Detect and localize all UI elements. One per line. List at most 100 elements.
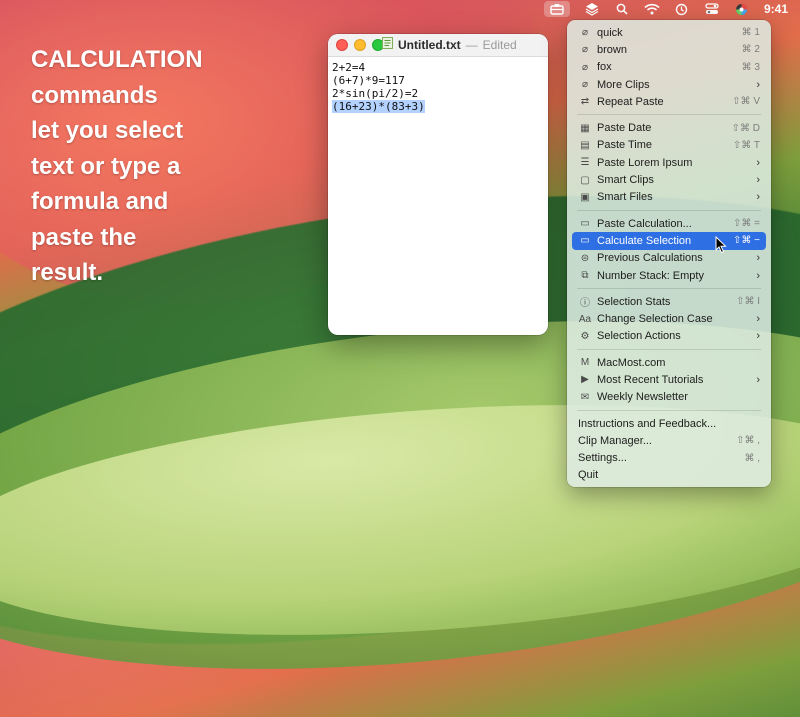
menu-item-weekly-newsletter[interactable]: ✉ Weekly Newsletter [572,389,766,406]
menu-item-shortcut: ⇧⌘ D [731,122,760,134]
paperclip-icon: ⌀ [581,61,589,73]
wifi-icon[interactable] [644,1,660,17]
close-button[interactable] [336,39,348,51]
menu-item-label: More Clips [597,78,650,91]
document-name: Untitled.txt [398,37,461,52]
menu-item-shortcut: ⌘ 1 [741,27,760,39]
menu-item-smart-clips[interactable]: ▢ Smart Clips › [572,171,766,188]
equals-circle-icon: ⊜ [580,252,590,264]
menu-bar-clock[interactable]: 9:41 [764,2,788,16]
info-box-icon: ⓘ [580,298,590,310]
text-line[interactable]: 2*sin(pi/2)=2 [332,87,544,100]
menu-item-more-clips[interactable]: ⌀ More Clips › [572,76,766,93]
menu-item-brown[interactable]: ⌀ brown ⌘ 2 [572,41,766,58]
document-text-area[interactable]: 2+2=4 (6+7)*9=117 2*sin(pi/2)=2 (16+23)*… [328,57,548,117]
menu-item-paste-lorem-ipsum[interactable]: ☰ Paste Lorem Ipsum › [572,154,766,171]
menu-item-label: Paste Time [597,139,653,152]
edited-status: Edited [482,37,517,52]
menu-separator [577,349,761,351]
paperclip-icon: ⌀ [581,27,589,39]
menu-item-quit[interactable]: Quit [572,467,766,484]
menu-item-paste-calculation[interactable]: ▭ Paste Calculation... ⇧⌘ = [572,215,766,232]
menu-item-label: Smart Files [597,191,653,204]
clipboard-app-menu: ⌀ quick ⌘ 1 ⌀ brown ⌘ 2 ⌀ fox ⌘ 3 ⌀ More Clips › ⇄ Re… [567,20,771,487]
chevron-right-icon: › [756,252,760,265]
menu-item-label: Number Stack: Empty [597,269,704,282]
menu-item-selection-actions[interactable]: ⚙ Selection Actions › [572,328,766,345]
menu-item-previous-calculations[interactable]: ⊜ Previous Calculations › [572,250,766,267]
chevron-right-icon: › [756,330,760,343]
paperclip-icon: ⌀ [581,79,589,91]
menu-item-clip-manager[interactable]: Clip Manager... ⇧⌘ , [572,432,766,449]
menu-item-repeat-paste[interactable]: ⇄ Repeat Paste ⇧⌘ V [572,93,766,110]
menu-item-settings[interactable]: Settings... ⌘ , [572,450,766,467]
menu-item-label: Clip Manager... [578,434,652,447]
window-titlebar[interactable]: Untitled.txt — Edited [328,34,548,57]
search-icon[interactable] [614,1,630,17]
menu-item-shortcut: ⇧⌘ I [736,296,760,308]
menu-item-most-recent-tutorials[interactable]: ▶ Most Recent Tutorials › [572,371,766,388]
clipboard-icon[interactable] [543,1,570,17]
promo-headline: CALCULATION commands let you select text… [31,46,203,286]
menu-item-number-stack-empty[interactable]: ⧉ Number Stack: Empty › [572,267,766,284]
text-lines-icon: ☰ [580,157,590,169]
menu-item-label: MacMost.com [597,356,666,369]
menu-item-paste-time[interactable]: ▤ Paste Time ⇧⌘ T [572,137,766,154]
menu-item-label: Calculate Selection [597,234,692,247]
menu-item-shortcut: ⇧⌘ = [733,218,760,230]
menu-item-fox[interactable]: ⌀ fox ⌘ 3 [572,59,766,76]
menu-item-selection-stats[interactable]: ⓘ Selection Stats ⇧⌘ I [572,293,766,310]
textedit-window[interactable]: Untitled.txt — Edited 2+2=4 (6+7)*9=117 … [328,34,548,335]
menu-item-shortcut: ⇧⌘ − [733,235,760,247]
mouse-cursor-icon [715,236,727,254]
menu-item-paste-date[interactable]: ▦ Paste Date ⇧⌘ D [572,119,766,136]
minimize-button[interactable] [354,39,366,51]
stack-icon: ⧉ [581,270,589,281]
menu-item-shortcut: ⌘ , [744,452,760,464]
menu-item-macmost-com[interactable]: M MacMost.com [572,354,766,371]
chevron-right-icon: › [756,373,760,386]
menu-item-label: brown [597,43,627,56]
menu-item-label: Instructions and Feedback... [578,417,717,430]
menu-item-label: Smart Clips [597,174,654,187]
chevron-right-icon: › [756,269,760,282]
menu-item-shortcut: ⌘ 2 [741,44,760,56]
menu-bar-extras: 9:41 [543,0,788,18]
menu-item-smart-files[interactable]: ▣ Smart Files › [572,189,766,206]
menu-item-label: Repeat Paste [597,95,664,108]
chevron-right-icon: › [756,313,760,326]
control-center-icon[interactable] [704,1,720,17]
paperclip-icon: ⌀ [581,44,589,56]
menu-item-label: Paste Calculation... [597,217,692,230]
repeat-icon: ⇄ [580,96,590,108]
menu-item-label: Quit [578,469,599,482]
menu-item-quick[interactable]: ⌀ quick ⌘ 1 [572,24,766,41]
smart-clips-icon: ▢ [580,174,590,186]
chevron-right-icon: › [756,174,760,187]
history-icon[interactable] [674,1,690,17]
menu-item-calculate-selection[interactable]: ▭ Calculate Selection ⇧⌘ − [572,232,766,250]
menu-item-label: Most Recent Tutorials [597,373,704,386]
menu-separator [577,409,761,411]
menu-item-label: quick [597,26,623,39]
color-wheel-icon[interactable] [734,1,750,17]
menu-item-shortcut: ⌘ 3 [741,61,760,73]
menu-item-change-selection-case[interactable]: Aa Change Selection Case › [572,310,766,327]
layers-icon[interactable] [584,1,600,17]
text-case-icon: Aa [578,313,592,325]
selected-text-line[interactable]: (16+23)*(83+3) [332,100,544,113]
document-icon [382,37,393,52]
menu-item-label: Selection Actions [597,330,681,343]
window-controls [336,39,384,51]
menu-item-label: fox [597,61,612,74]
text-line[interactable]: 2+2=4 [332,61,544,74]
menu-item-shortcut: ⇧⌘ , [736,435,760,447]
menu-item-label: Settings... [578,452,627,465]
calculator-icon: ▭ [580,218,590,230]
text-line[interactable]: (6+7)*9=117 [332,74,544,87]
window-title: Untitled.txt — Edited [382,37,517,52]
menu-separator [577,288,761,290]
menu-item-label: Paste Date [597,122,652,135]
menu-item-instructions-and-feedback[interactable]: Instructions and Feedback... [572,415,766,432]
menu-item-label: Paste Lorem Ipsum [597,156,693,169]
